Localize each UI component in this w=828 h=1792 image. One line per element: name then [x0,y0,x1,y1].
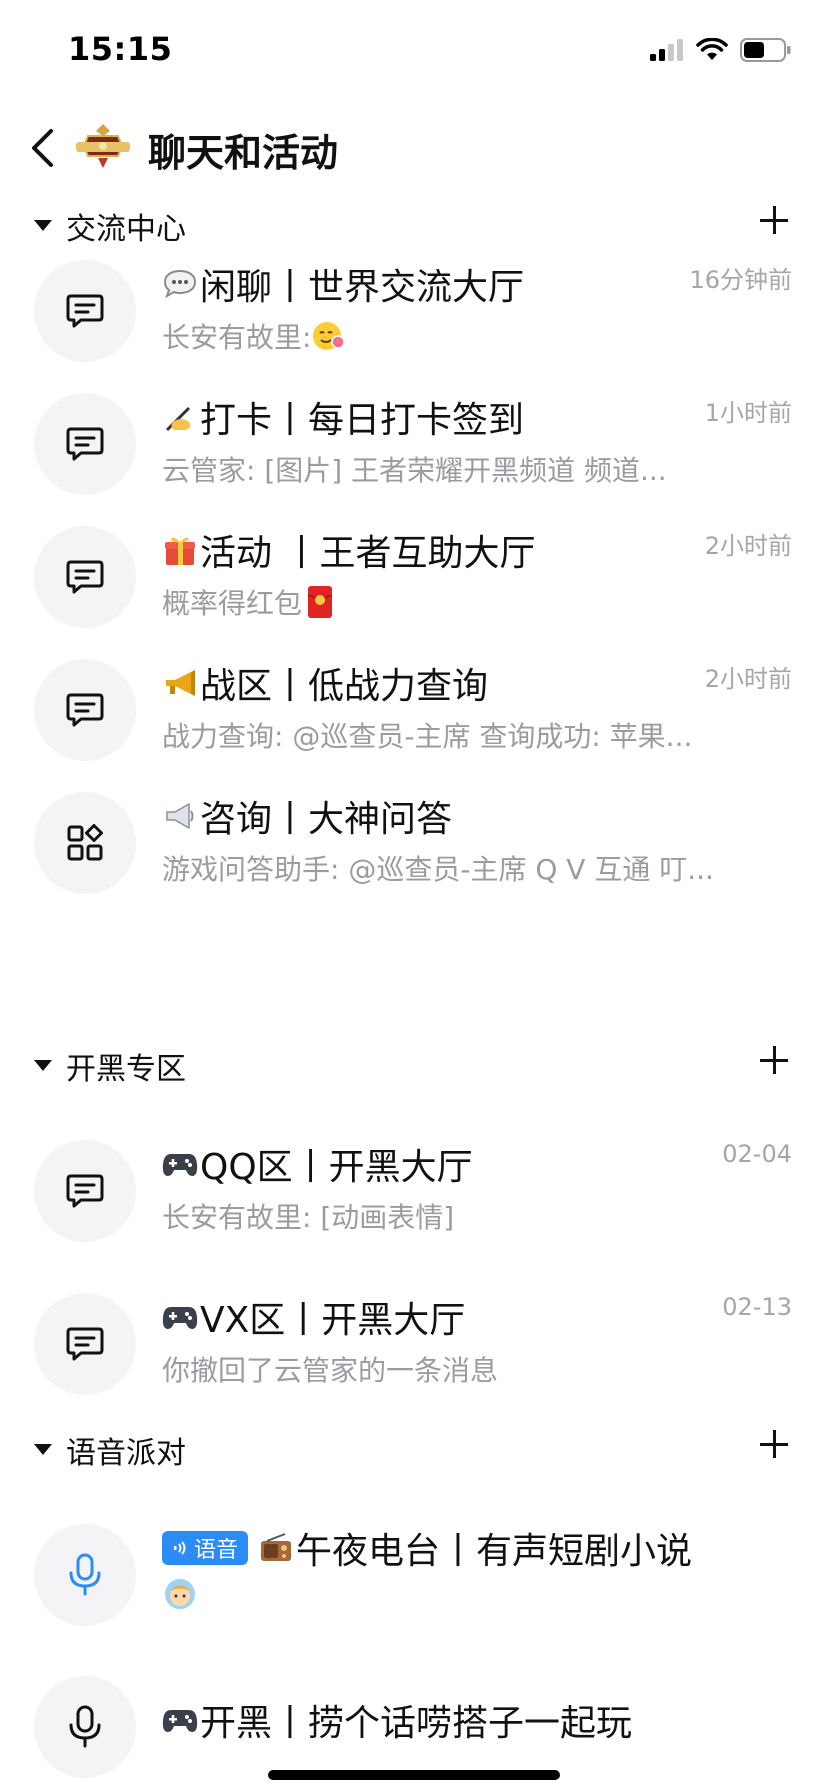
channel-name: 战区丨低战力查询 [162,657,488,709]
channel-row[interactable]: QQ区丨开黑大厅 02-04 长安有故里: [动画表情] [0,1130,828,1260]
channel-row[interactable]: 语音 午夜电台丨有声短剧小说 [0,1514,828,1644]
game-logo-icon [76,124,130,168]
home-indicator[interactable] [268,1770,560,1780]
gift-icon [162,532,198,568]
add-icon[interactable] [756,1042,792,1078]
channel-time: 02-13 [722,1293,792,1321]
chat-bubble-icon [66,1174,104,1208]
writing-hand-icon [162,399,198,435]
smiley-lollipop-icon [311,318,347,354]
section-title: 开黑专区 [66,1052,186,1087]
chat-bubble-icon [66,560,104,594]
status-icons [650,38,792,62]
channel-avatar [34,792,136,894]
wifi-icon [696,38,728,60]
channel-time: 1小时前 [704,399,792,427]
page-title: 聊天和活动 [148,131,339,175]
channel-preview: 长安有故里: [162,316,742,356]
chevron-left-icon [32,129,53,167]
microphone-icon [69,1705,101,1748]
channel-name: 语音 午夜电台丨有声短剧小说 [162,1522,692,1574]
channel-row[interactable]: 咨询丨大神问答 游戏问答助手: @巡查员-主席 Q V 互通 叮... [0,782,828,912]
voice-badge: 语音 [162,1531,249,1565]
red-envelope-icon [302,584,338,620]
channel-avatar [34,393,136,495]
channel-preview: 游戏问答助手: @巡查员-主席 Q V 互通 叮... [162,853,714,886]
game-controller-icon [162,1702,198,1738]
cellular-signal-icon [650,39,683,61]
channel-row[interactable]: 打卡丨每日打卡签到 1小时前 云管家: [图片] 王者荣耀开黑频道 频道... [0,383,828,513]
caret-down-icon [34,220,52,231]
channel-preview: 云管家: [图片] 王者荣耀开黑频道 频道... [162,454,667,487]
channel-name: 咨询丨大神问答 [162,790,452,842]
channel-avatar [34,659,136,761]
chat-bubble-icon [66,1327,104,1361]
channel-avatar [34,1524,136,1626]
channel-preview: 概率得红包 [162,582,742,622]
channel-preview: 你撤回了云管家的一条消息 [162,1354,499,1387]
channel-preview [162,1576,742,1612]
megaphone-icon [162,798,198,834]
radio-icon [258,1530,294,1566]
channel-time: 2小时前 [704,665,792,693]
section-header-team-up[interactable]: 开黑专区 [0,1036,828,1096]
apps-grid-icon [67,824,103,861]
channel-avatar [34,260,136,362]
section-header-communication[interactable]: 交流中心 [0,196,828,256]
status-time: 15:15 [68,30,173,68]
channel-preview: 战力查询: @巡查员-主席 查询成功: 苹果... [162,720,693,753]
channel-name: 活动 丨王者互助大厅 [162,524,535,576]
chat-bubble-icon [66,294,104,328]
caret-down-icon [34,1444,52,1455]
channel-name: VX区丨开黑大厅 [162,1291,465,1343]
chat-bubble-icon [66,427,104,461]
microphone-icon [69,1553,101,1596]
user-avatar-icon [162,1576,198,1612]
channel-preview: 长安有故里: [动画表情] [162,1201,455,1234]
game-controller-icon [162,1299,198,1335]
nav-bar: 聊天和活动 [0,112,828,184]
chat-bubble-icon [66,693,104,727]
channel-name: QQ区丨开黑大厅 [162,1138,473,1190]
channel-avatar [34,526,136,628]
channel-time: 02-04 [722,1140,792,1168]
channel-name: 开黑丨捞个话唠搭子一起玩 [162,1694,632,1746]
channel-avatar [34,1676,136,1778]
channel-name: 打卡丨每日打卡签到 [162,391,524,443]
channel-avatar [34,1140,136,1242]
section-title: 交流中心 [66,212,186,247]
channel-time: 16分钟前 [689,266,792,294]
section-title: 语音派对 [66,1436,186,1471]
channel-row[interactable]: VX区丨开黑大厅 02-13 你撤回了云管家的一条消息 [0,1283,828,1413]
channel-row[interactable]: 战区丨低战力查询 2小时前 战力查询: @巡查员-主席 查询成功: 苹果... [0,649,828,779]
add-icon[interactable] [756,1426,792,1462]
horn-icon [162,665,198,701]
channel-name: 闲聊丨世界交流大厅 [162,258,524,310]
channel-avatar [34,1293,136,1395]
back-button[interactable] [18,122,66,174]
caret-down-icon [34,1060,52,1071]
battery-icon [740,38,791,62]
game-controller-icon [162,1146,198,1182]
add-icon[interactable] [756,202,792,238]
section-header-voice-party[interactable]: 语音派对 [0,1420,828,1480]
status-bar: 15:15 [0,0,828,100]
speech-bubble-icon [162,266,198,302]
channel-row[interactable]: 活动 丨王者互助大厅 2小时前 概率得红包 [0,516,828,646]
channel-time: 2小时前 [704,532,792,560]
channel-row[interactable]: 闲聊丨世界交流大厅 16分钟前 长安有故里: [0,250,828,380]
sound-wave-icon [174,1541,186,1555]
